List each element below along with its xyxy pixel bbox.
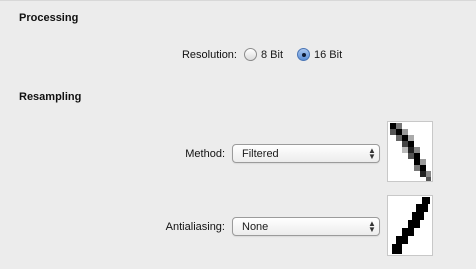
antialiasing-select[interactable]: None ▲ ▼ <box>232 217 380 236</box>
antialiasing-select-value: None <box>242 220 269 233</box>
radio-16-bit-label[interactable]: 16 Bit <box>314 49 342 61</box>
filtered-line-preview-icon <box>388 122 432 181</box>
radio-8-bit-circle[interactable] <box>244 48 257 61</box>
method-preview-image <box>387 121 433 182</box>
radio-16-bit[interactable]: 16 Bit <box>297 48 342 61</box>
method-label: Method: <box>185 148 225 160</box>
up-down-chevron-icon: ▲ ▼ <box>368 218 376 234</box>
antialiasing-preview-image <box>387 195 433 256</box>
window-top-border <box>0 0 476 1</box>
antialiasing-label: Antialiasing: <box>165 221 225 233</box>
radio-8-bit-label[interactable]: 8 Bit <box>261 49 283 61</box>
processing-section-title: Processing <box>19 12 79 24</box>
aliased-line-preview-icon <box>388 196 432 255</box>
method-select[interactable]: Filtered ▲ ▼ <box>232 144 380 163</box>
resolution-label: Resolution: <box>181 49 237 61</box>
method-select-value: Filtered <box>242 147 279 160</box>
up-down-chevron-icon: ▲ ▼ <box>368 145 376 161</box>
resampling-section-title: Resampling <box>19 91 82 103</box>
resolution-radio-group: 8 Bit 16 Bit <box>244 48 356 61</box>
radio-8-bit[interactable]: 8 Bit <box>244 48 283 61</box>
radio-16-bit-circle[interactable] <box>297 48 311 61</box>
